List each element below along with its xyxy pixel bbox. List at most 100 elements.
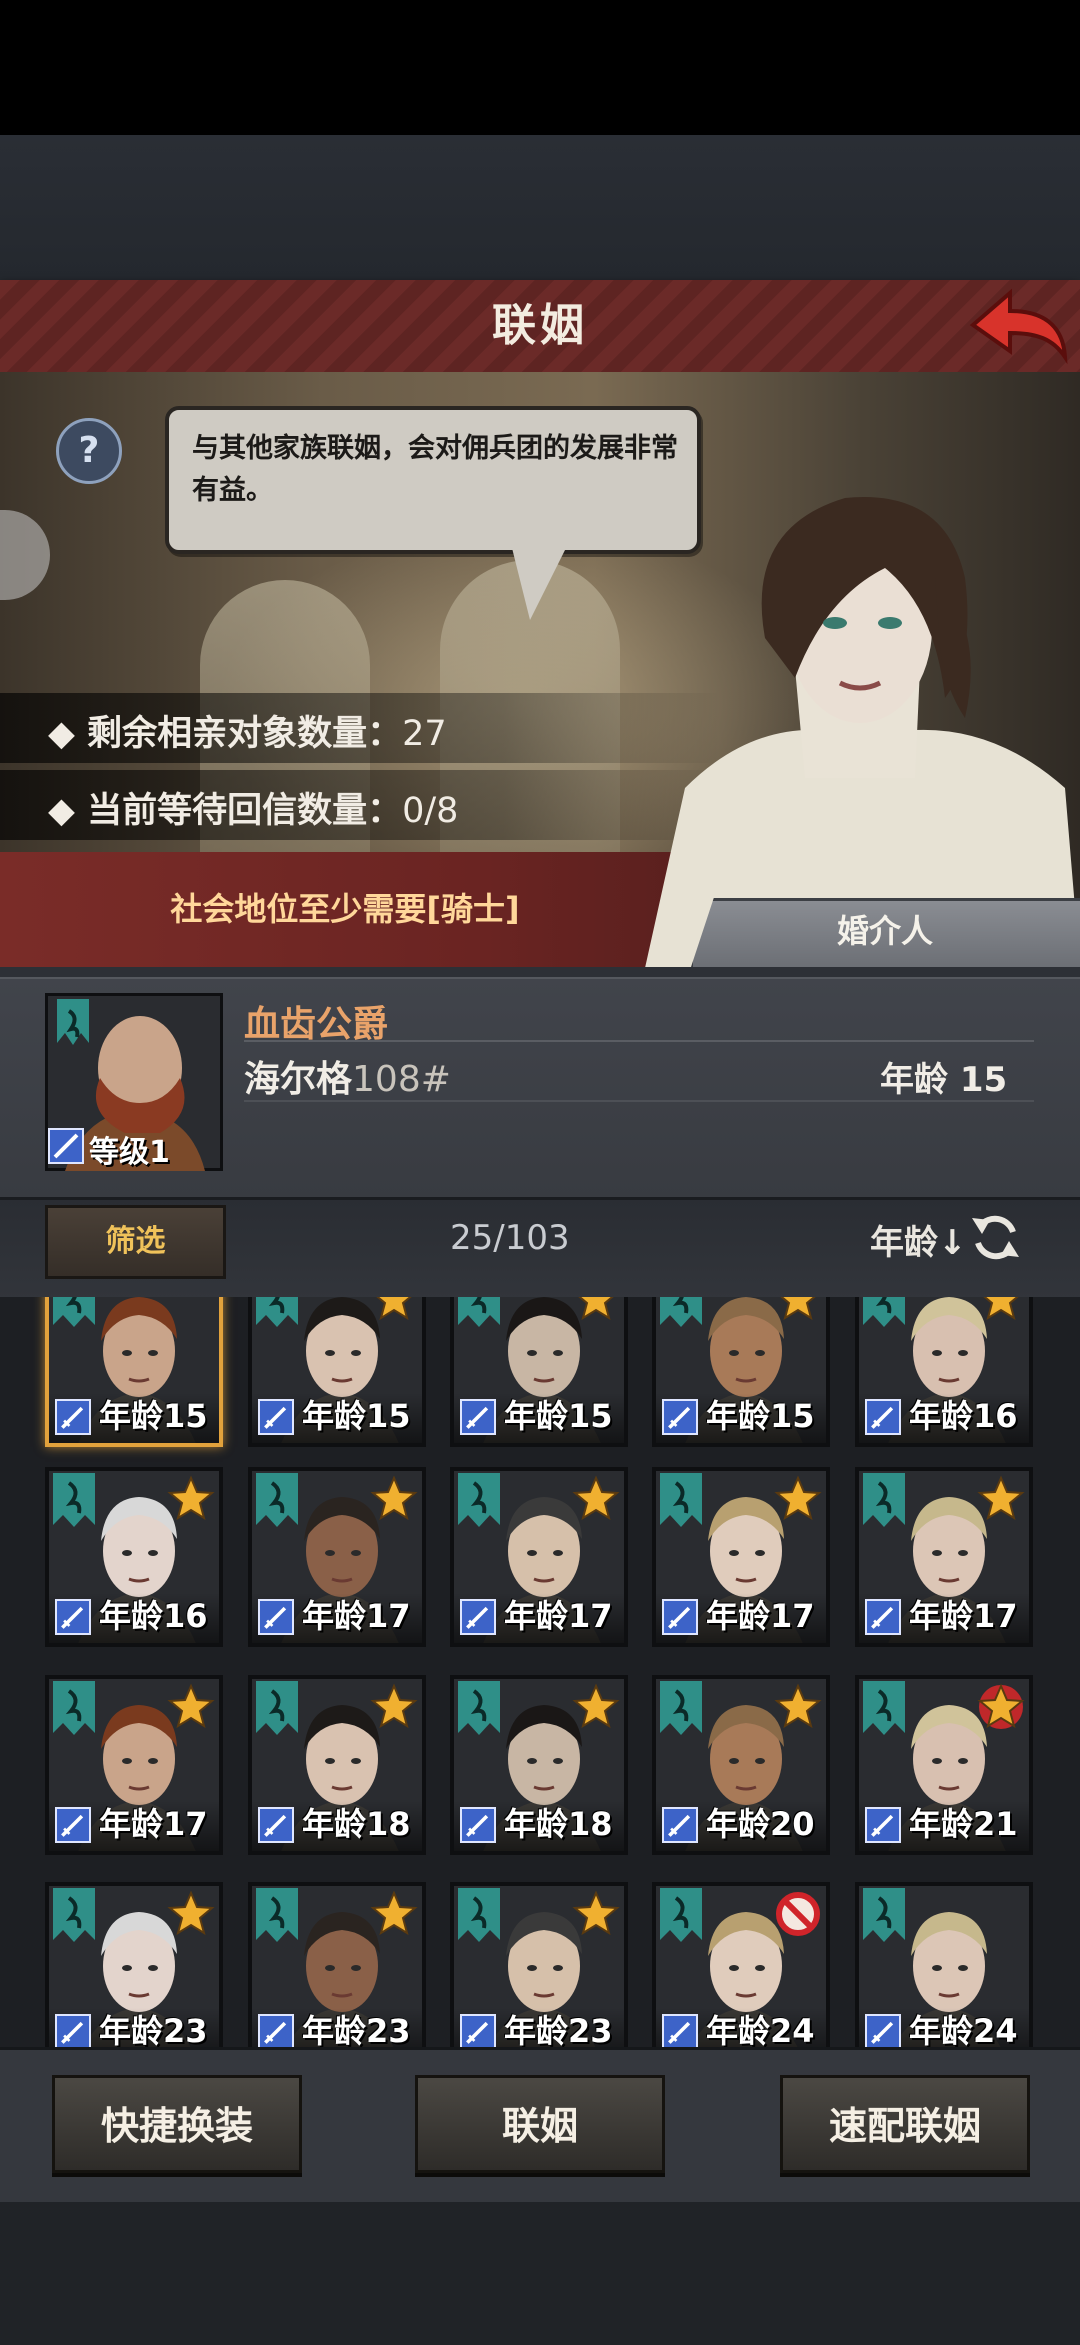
candidate-card[interactable]: 年龄20 <box>652 1675 830 1855</box>
house-emblem-icon <box>660 1473 702 1527</box>
candidate-card[interactable]: 年龄16 <box>855 1297 1033 1447</box>
candidate-age: 年龄15 <box>706 1397 815 1435</box>
sword-icon <box>258 1599 294 1635</box>
sword-icon <box>662 1399 698 1435</box>
requirement-text: 社会地位至少需要[骑士] <box>170 890 520 928</box>
sword-icon <box>460 1599 496 1635</box>
house-emblem-icon <box>256 1888 298 1942</box>
sword-icon <box>55 1807 91 1843</box>
candidate-age: 年龄17 <box>909 1597 1018 1635</box>
selected-id: 108# <box>352 1059 451 1100</box>
star-icon <box>780 1297 816 1321</box>
star-icon <box>774 1475 822 1521</box>
house-emblem-icon <box>256 1297 298 1327</box>
house-emblem-icon <box>458 1681 500 1735</box>
house-emblem-icon <box>863 1681 905 1735</box>
star-icon <box>572 1890 620 1936</box>
quick-change-button[interactable]: 快捷换装 <box>52 2075 302 2173</box>
selected-level: 等级1 <box>89 1135 170 1170</box>
dialog-text: 与其他家族联姻，会对佣兵团的发展非常有益。 <box>192 433 678 506</box>
marry-button[interactable]: 联姻 <box>415 2075 665 2173</box>
quick-match-button[interactable]: 速配联姻 <box>780 2075 1030 2173</box>
candidate-card[interactable]: 年龄15 <box>450 1297 628 1447</box>
selected-character-card[interactable]: 等级1 <box>45 993 223 1171</box>
candidate-card[interactable]: 年龄17 <box>45 1675 223 1855</box>
forbidden-icon <box>776 1892 820 1936</box>
star-icon <box>774 1683 822 1729</box>
speech-bubble-tail <box>510 540 570 620</box>
matchmaker-label[interactable]: 婚介人 <box>690 898 1080 964</box>
waiting-value: 0/8 <box>402 791 459 831</box>
candidate-age: 年龄15 <box>302 1397 411 1435</box>
sword-icon <box>662 1599 698 1635</box>
sword-icon <box>460 1807 496 1843</box>
candidate-age: 年龄15 <box>504 1397 613 1435</box>
sword-icon <box>460 2014 496 2047</box>
candidate-card[interactable]: 年龄24 <box>855 1882 1033 2047</box>
red-star-icon <box>977 1683 1025 1729</box>
selected-age: 年龄 15 <box>880 1060 1008 1100</box>
house-emblem-icon <box>458 1888 500 1942</box>
remaining-count: ◆ 剩余相亲对象数量：27 <box>48 714 447 754</box>
candidate-card[interactable]: 年龄17 <box>652 1467 830 1647</box>
candidate-card[interactable]: 年龄23 <box>248 1882 426 2047</box>
back-arrow-icon[interactable] <box>965 285 1070 365</box>
star-icon <box>572 1475 620 1521</box>
candidate-card[interactable]: 年龄17 <box>450 1467 628 1647</box>
house-emblem-icon <box>458 1297 500 1327</box>
star-icon <box>578 1297 614 1321</box>
candidate-card[interactable]: 年龄17 <box>855 1467 1033 1647</box>
page-title: 联姻 <box>492 300 588 351</box>
candidate-age: 年龄17 <box>99 1805 208 1843</box>
star-icon <box>572 1683 620 1729</box>
star-icon <box>370 1475 418 1521</box>
waiting-count: ◆ 当前等待回信数量：0/8 <box>48 791 459 831</box>
refresh-icon[interactable] <box>968 1210 1023 1265</box>
star-icon <box>167 1683 215 1729</box>
candidate-age: 年龄18 <box>504 1805 613 1843</box>
candidate-age: 年龄17 <box>706 1597 815 1635</box>
star-icon <box>167 1475 215 1521</box>
candidate-age: 年龄24 <box>909 2012 1018 2047</box>
candidate-card[interactable]: 年龄21 <box>855 1675 1033 1855</box>
remaining-label: 剩余相亲对象数量： <box>87 714 403 754</box>
star-icon <box>370 1890 418 1936</box>
candidate-card[interactable]: 年龄23 <box>450 1882 628 2047</box>
candidate-card[interactable]: 年龄23 <box>45 1882 223 2047</box>
candidate-card[interactable]: 年龄18 <box>248 1675 426 1855</box>
candidate-grid: 年龄15 年龄15 年龄15 年龄15 年龄16 年龄16 年龄17 年龄17 年龄17 年龄17… <box>0 1297 1080 2047</box>
house-emblem-icon <box>53 1297 95 1327</box>
sword-icon <box>258 2014 294 2047</box>
candidate-card[interactable]: 年龄24 <box>652 1882 830 2047</box>
candidate-card[interactable]: 年龄17 <box>248 1467 426 1647</box>
star-icon <box>370 1683 418 1729</box>
sort-by-age-button[interactable]: 年龄↓ <box>870 1215 967 1264</box>
sword-icon <box>662 1807 698 1843</box>
star-icon <box>977 1475 1025 1521</box>
matchmaker-portrait <box>645 497 1080 968</box>
candidate-age: 年龄15 <box>99 1397 208 1435</box>
candidate-age: 年龄18 <box>302 1805 411 1843</box>
star-icon <box>983 1297 1019 1321</box>
candidate-card[interactable]: 年龄15 <box>652 1297 830 1447</box>
star-icon <box>167 1890 215 1936</box>
sword-icon <box>865 1399 901 1435</box>
filter-button[interactable]: 筛选 <box>45 1205 226 1279</box>
house-emblem-icon <box>256 1681 298 1735</box>
help-icon[interactable]: ? <box>56 418 122 484</box>
candidate-age: 年龄24 <box>706 2012 815 2047</box>
candidate-count: 25/103 <box>450 1218 570 1258</box>
candidate-age: 年龄17 <box>504 1597 613 1635</box>
sword-icon <box>258 1399 294 1435</box>
house-emblem-icon <box>660 1297 702 1327</box>
upper-background <box>0 135 1080 280</box>
footer-area <box>0 2202 1080 2345</box>
house-emblem-icon <box>53 1473 95 1527</box>
candidate-card[interactable]: 年龄15 <box>45 1297 223 1447</box>
house-emblem-icon <box>863 1888 905 1942</box>
candidate-age: 年龄23 <box>302 2012 411 2047</box>
candidate-card[interactable]: 年龄15 <box>248 1297 426 1447</box>
sword-icon <box>55 1399 91 1435</box>
candidate-card[interactable]: 年龄18 <box>450 1675 628 1855</box>
candidate-card[interactable]: 年龄16 <box>45 1467 223 1647</box>
